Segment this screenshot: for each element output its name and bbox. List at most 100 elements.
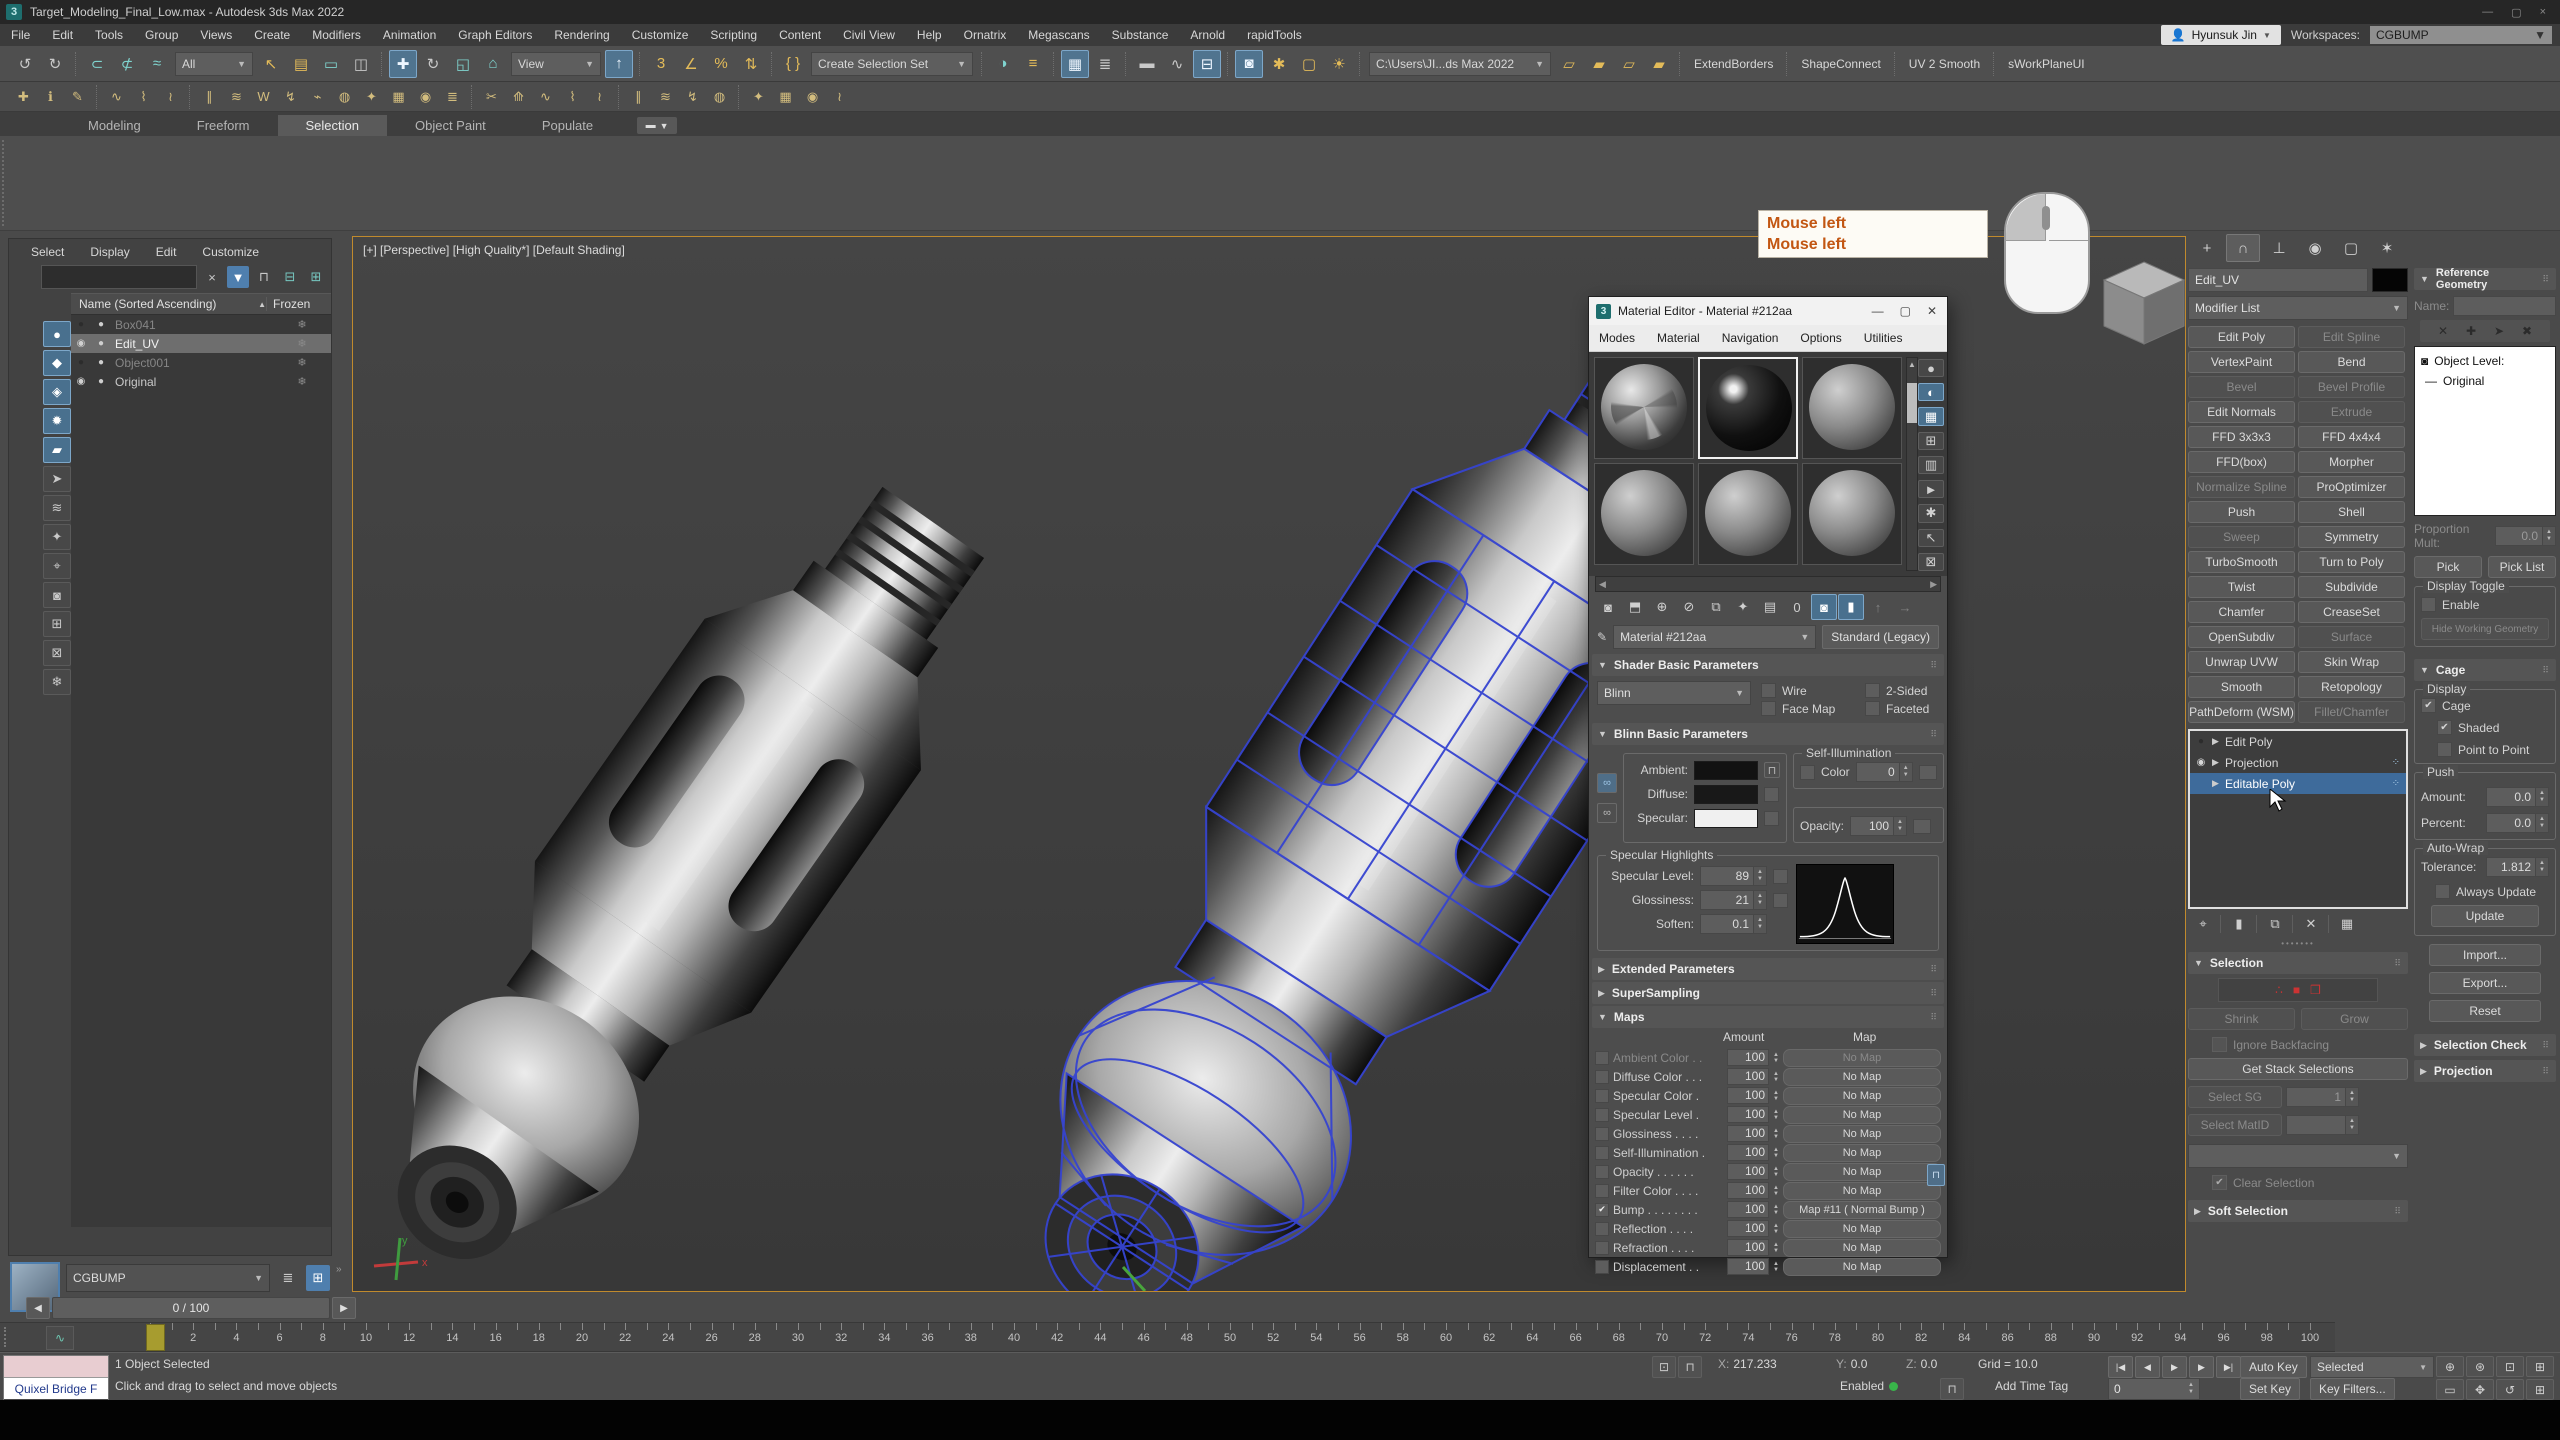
cage-rollout[interactable]: ▼Cage⠿ <box>2414 659 2556 681</box>
ox-guide-lock-icon[interactable]: ⌇ <box>131 84 156 109</box>
go-to-start-icon[interactable]: |◀ <box>2108 1356 2133 1378</box>
orbit-icon[interactable]: ↺ <box>2496 1379 2524 1400</box>
sworkplaneui-button[interactable]: sWorkPlaneUI <box>2000 52 2092 76</box>
modifier-button-extrude[interactable]: Extrude <box>2298 401 2405 423</box>
element-subobject-icon[interactable]: ❒ <box>2310 983 2321 997</box>
material-editor-titlebar[interactable]: 3 Material Editor - Material #212aa — ▢ … <box>1589 297 1947 325</box>
map-button[interactable]: No Map <box>1783 1106 1941 1124</box>
eye-open-icon[interactable]: ◉ <box>2193 757 2209 768</box>
material-sample-slot[interactable] <box>1594 357 1694 459</box>
uv-2-smooth-button[interactable]: UV 2 Smooth <box>1901 52 1988 76</box>
show-end-result-icon[interactable]: ▮ <box>1838 594 1864 620</box>
maps-lock-icon[interactable]: ⊓ <box>1927 1164 1945 1186</box>
modifier-button-bevel[interactable]: Bevel <box>2188 376 2295 398</box>
soft-selection-rollout[interactable]: ▶Soft Selection⠿ <box>2188 1200 2408 1222</box>
signin-user-button[interactable]: 👤 Hyunsuk Jin ▼ <box>2161 25 2281 45</box>
map-amount-field[interactable]: 100 <box>1727 1106 1769 1123</box>
object-color-swatch[interactable] <box>2372 268 2408 292</box>
material-name-combo[interactable]: CGBUMP ▼ <box>66 1264 270 1292</box>
ox-help-icon[interactable]: ≀ <box>827 84 852 109</box>
display-bones-icon[interactable]: ⌖ <box>43 553 71 579</box>
spinner-icon[interactable]: ▲▼ <box>1773 1052 1779 1064</box>
ignore-backfacing-checkbox[interactable]: Ignore Backfacing <box>2188 1037 2408 1052</box>
me-menu-navigation[interactable]: Navigation <box>1712 331 1789 345</box>
ox-add-icon[interactable]: ✚ <box>11 84 36 109</box>
spinner-icon[interactable]: ▲▼ <box>1773 1071 1779 1083</box>
me-menu-material[interactable]: Material <box>1647 331 1710 345</box>
mirror-icon[interactable]: ◑ <box>989 50 1017 78</box>
stack-row[interactable]: ●▶Edit Poly <box>2190 731 2406 752</box>
frozen-toggle-icon[interactable]: ❄ <box>273 337 331 350</box>
snap-toggle-3d-icon[interactable]: 3 <box>647 50 675 78</box>
explorer-menu-customize[interactable]: Customize <box>202 245 259 259</box>
mini-curve-editor-icon[interactable]: ∿ <box>46 1326 74 1350</box>
map-amount-field[interactable]: 100 <box>1727 1258 1769 1275</box>
map-button[interactable]: No Map <box>1783 1258 1941 1276</box>
menu-animation[interactable]: Animation <box>372 24 447 46</box>
workspace-combo[interactable]: CGBUMP ▼ <box>2370 26 2552 44</box>
schematic-icon[interactable]: ⊞ <box>306 1265 330 1291</box>
key-filters-button[interactable]: Key Filters... <box>2310 1378 2395 1400</box>
select-and-rotate-icon[interactable]: ↻ <box>419 50 447 78</box>
auto-key-button[interactable]: Auto Key <box>2240 1356 2307 1378</box>
amount-value[interactable]: 0.0 <box>2486 787 2536 807</box>
glossiness-map-button[interactable] <box>1773 893 1788 908</box>
add-reference-icon[interactable]: ✚ <box>2461 322 2481 340</box>
maximize-viewport-toggle-icon[interactable]: ⊞ <box>2526 1379 2554 1400</box>
menu-edit[interactable]: Edit <box>41 24 84 46</box>
map-checkbox[interactable] <box>1595 1089 1609 1103</box>
ribbon-grip[interactable] <box>2 140 10 226</box>
map-button[interactable]: No Map <box>1783 1144 1941 1162</box>
spinner-icon[interactable]: ▲▼ <box>1773 1185 1779 1197</box>
project-folder-combo[interactable]: C:\Users\JI...ds Max 2022▼ <box>1369 52 1551 76</box>
ox-comb-icon[interactable]: ≀ <box>158 84 183 109</box>
specular-color-swatch[interactable] <box>1694 809 1758 828</box>
remove-modifier-icon[interactable]: ✕ <box>2300 913 2322 935</box>
y-value[interactable]: 0.0 <box>1851 1357 1868 1371</box>
rendered-frame-window-icon[interactable]: ▢ <box>1295 50 1323 78</box>
selection-lock-icon[interactable]: ⊓ <box>1678 1356 1702 1378</box>
add-time-tag[interactable]: Add Time Tag <box>1995 1379 2068 1393</box>
modifier-button-edit-spline[interactable]: Edit Spline <box>2298 326 2405 348</box>
pick-material-eyedropper-icon[interactable]: ✎ <box>1597 630 1607 644</box>
material-name-dropdown[interactable]: Material #212aa ▼ <box>1613 625 1816 649</box>
spinner-icon[interactable]: ▲▼ <box>1773 1128 1779 1140</box>
ox-edit-guides-icon[interactable]: ∥ <box>197 84 222 109</box>
create-tab-icon[interactable]: + <box>2190 234 2224 262</box>
material-type-button[interactable]: Standard (Legacy) <box>1822 625 1939 649</box>
spinner-icon[interactable]: ▲▼ <box>1773 1147 1779 1159</box>
tolerance-value[interactable]: 1.812 <box>2486 857 2536 877</box>
ox-clustering-icon[interactable]: ⌇ <box>560 84 585 109</box>
modifier-button-vertexpaint[interactable]: VertexPaint <box>2188 351 2295 373</box>
make-material-copy-icon[interactable]: ⧉ <box>1703 594 1729 620</box>
rectangular-selection-region-icon[interactable]: ▭ <box>317 50 345 78</box>
explorer-search-input[interactable] <box>41 265 197 289</box>
reference-geometry-rollout[interactable]: ▼Reference Geometry⠿ <box>2414 268 2556 290</box>
display-frozen-icon[interactable]: ❄ <box>43 669 71 695</box>
ambient-lock-icon[interactable]: ⊓ <box>1764 762 1780 778</box>
ribbon-minimize-button[interactable]: ▬▼ <box>637 117 677 134</box>
cage-checkbox[interactable]: ✔Cage <box>2421 698 2549 713</box>
ox-detail-icon[interactable]: ◍ <box>332 84 357 109</box>
menu-rendering[interactable]: Rendering <box>543 24 620 46</box>
clear-selection-checkbox[interactable]: ✔Clear Selection <box>2188 1175 2408 1190</box>
map-checkbox[interactable] <box>1595 1051 1609 1065</box>
two-sided-checkbox[interactable]: 2-Sided <box>1865 683 1961 698</box>
percent-value[interactable]: 0.0 <box>2486 813 2536 833</box>
render-toggle-icon[interactable]: ● <box>91 338 111 349</box>
ox-info-icon[interactable]: ℹ <box>38 84 63 109</box>
shapeconnect-button[interactable]: ShapeConnect <box>1793 52 1888 76</box>
shader-type-combo[interactable]: Blinn▼ <box>1597 681 1751 705</box>
pick-list-button[interactable]: Pick List <box>2488 556 2556 578</box>
display-groups-icon[interactable]: ⊞ <box>43 611 71 637</box>
modifier-button-fillet-chamfer[interactable]: Fillet/Chamfer <box>2298 701 2405 723</box>
selection-check-rollout[interactable]: ▶Selection Check⠿ <box>2414 1034 2556 1056</box>
self-illum-swatch[interactable] <box>1919 765 1937 780</box>
extended-parameters-rollout[interactable]: ▶Extended Parameters⠿ <box>1592 958 1944 980</box>
go-forward-to-sibling-icon[interactable]: → <box>1892 594 1918 620</box>
modifier-button-turbosmooth[interactable]: TurboSmooth <box>2188 551 2295 573</box>
display-xrefs-icon[interactable]: ⊠ <box>43 640 71 666</box>
menu-file[interactable]: File <box>0 24 41 46</box>
material-sample-slot[interactable] <box>1594 463 1694 565</box>
clear-search-icon[interactable]: × <box>201 266 223 288</box>
